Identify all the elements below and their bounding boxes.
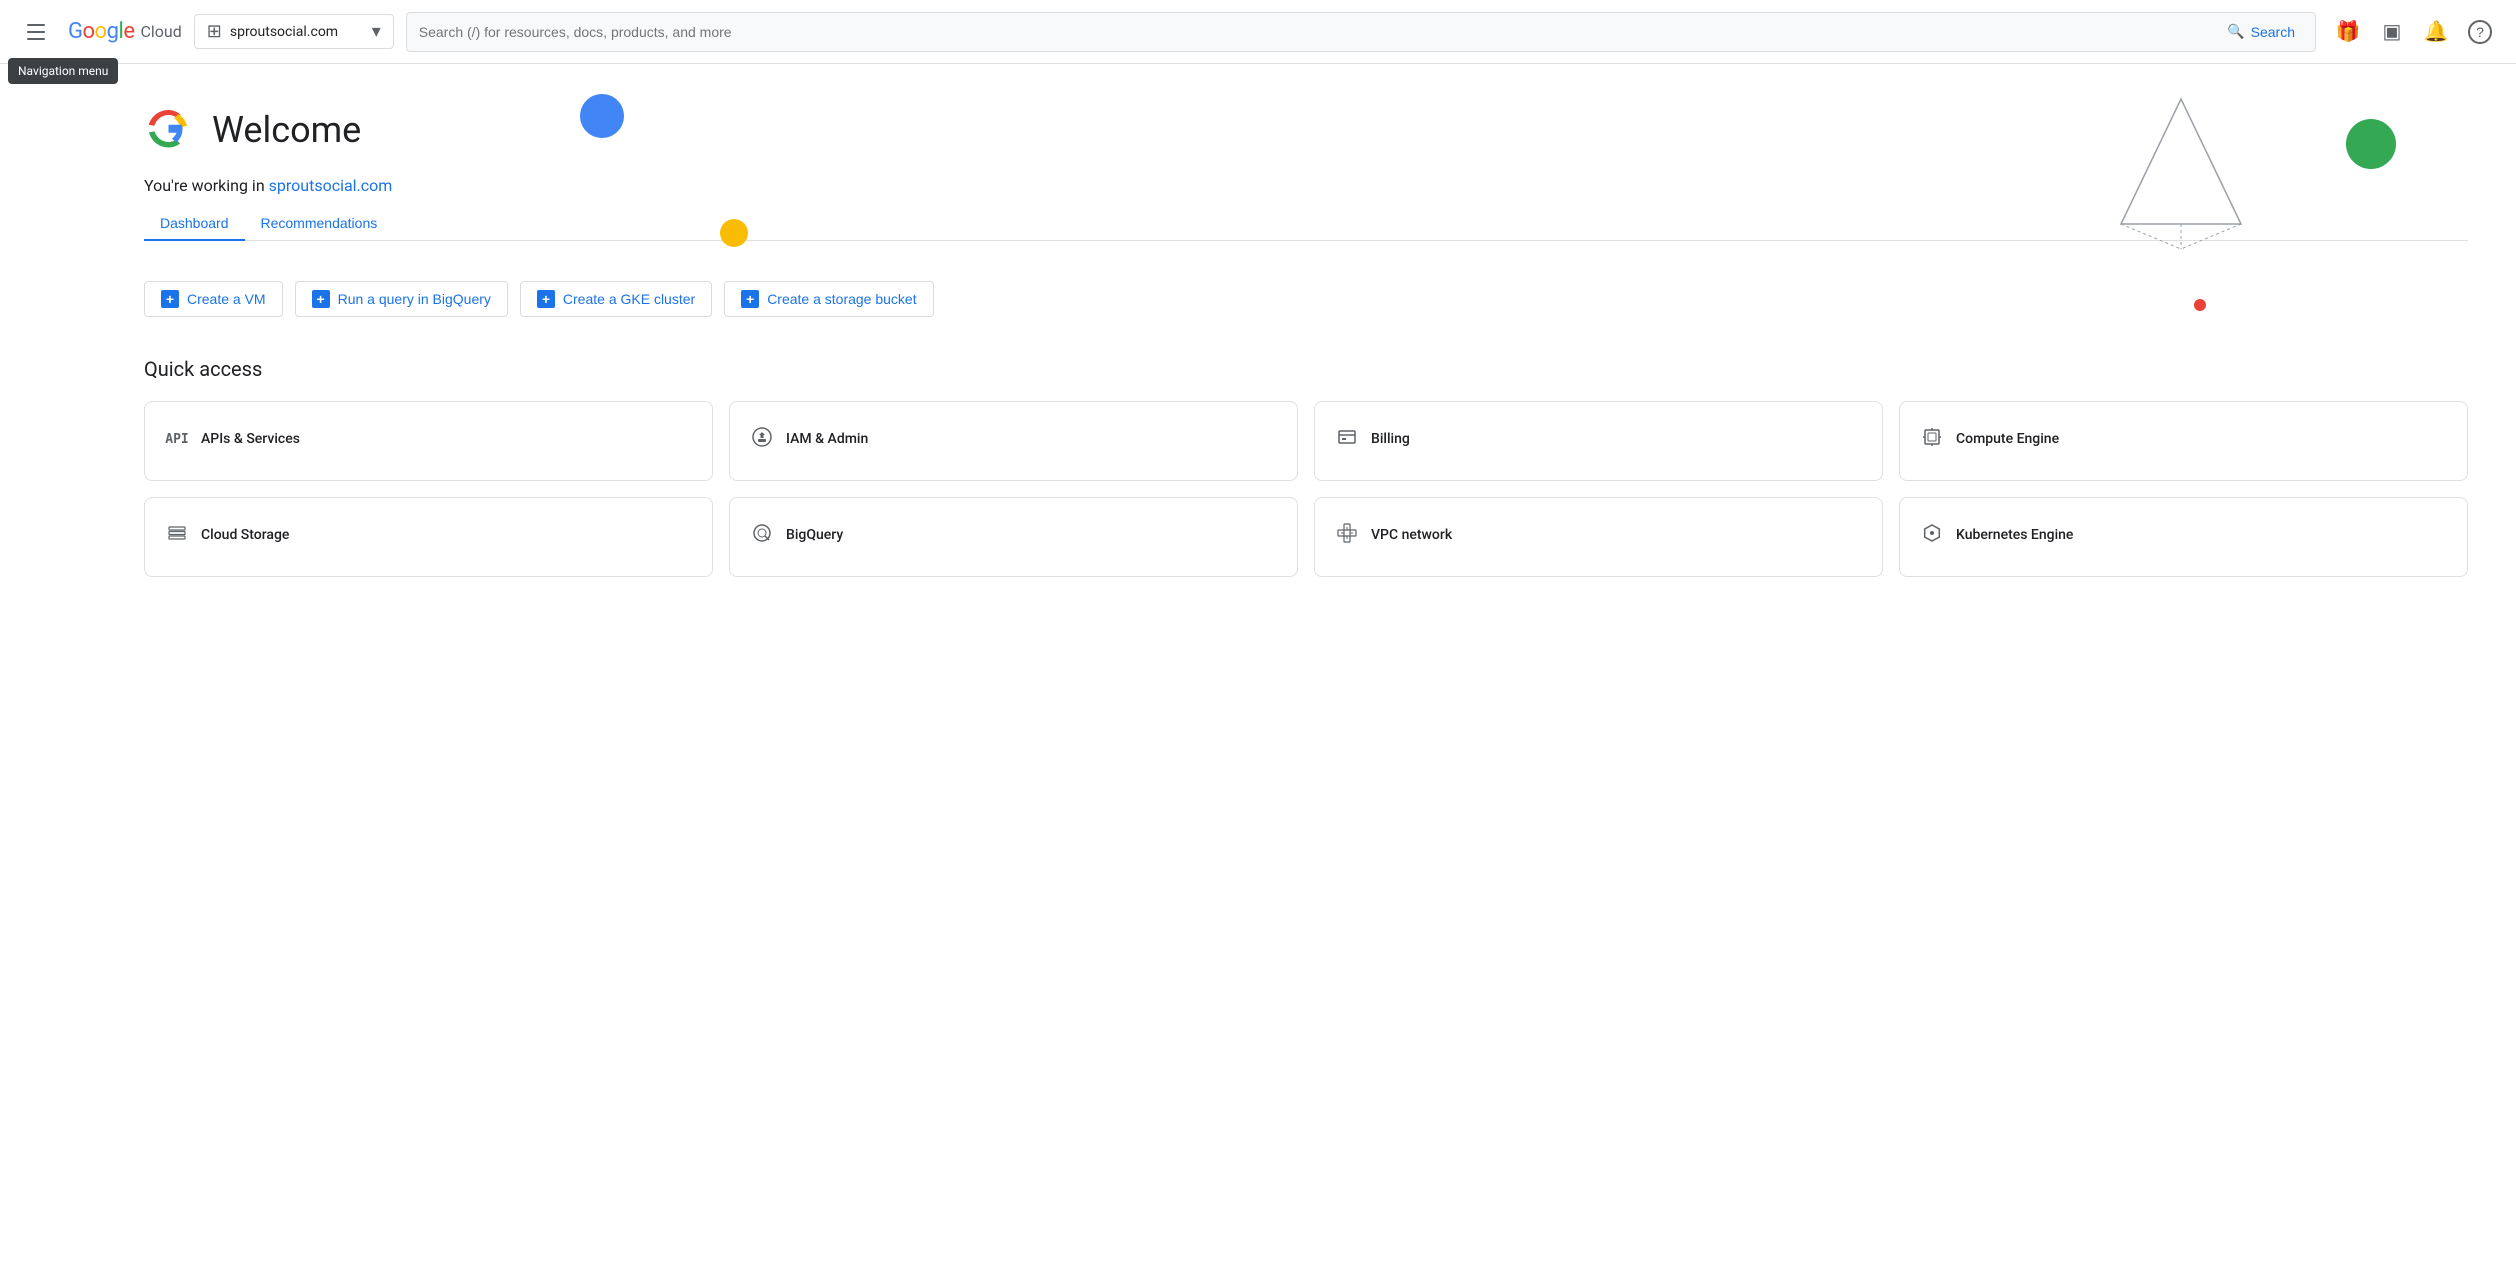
header: Google Cloud ⊞ sproutsocial.com ▾ 🔍 Sear… [0,0,2516,64]
gke-cluster-button[interactable]: + Create a GKE cluster [520,281,712,317]
card-iam-admin[interactable]: IAM & Admin [729,401,1298,481]
storage-bucket-button[interactable]: + Create a storage bucket [724,281,933,317]
card-kubernetes-engine[interactable]: Kubernetes Engine [1899,497,2468,577]
project-name: sproutsocial.com [230,24,364,40]
compute-icon [1920,427,1944,452]
main-content: Welcome You're working in sproutsocial.c… [0,64,2516,1274]
cloud-wordmark: Cloud [140,22,181,41]
search-icon: 🔍 [2227,23,2244,40]
apis-label: APIs & Services [201,431,300,447]
cloud-shell-icon: ▣ [2383,19,2402,44]
quick-access-grid: API APIs & Services IAM & Admin [144,401,2468,577]
gift-button[interactable]: 🎁 [2328,12,2368,52]
header-actions: 🎁 ▣ 🔔 ? [2328,12,2500,52]
create-vm-plus-icon: + [161,290,179,308]
header-left: Google Cloud [16,12,182,52]
action-buttons: + Create a VM + Run a query in BigQuery … [144,281,2468,317]
org-link[interactable]: sproutsocial.com [269,176,393,195]
apis-icon: API [165,432,189,447]
gke-label: Create a GKE cluster [563,291,695,307]
project-dropdown-arrow: ▾ [372,21,381,42]
navigation-menu-tooltip: Navigation menu [8,58,118,84]
bigquery-icon [750,523,774,548]
search-button-label: Search [2251,24,2295,40]
compute-engine-label: Compute Engine [1956,431,2059,447]
quick-access-title: Quick access [144,357,2468,381]
iam-label: IAM & Admin [786,431,868,447]
search-bar: 🔍 Search [406,12,2316,52]
bigquery-button[interactable]: + Run a query in BigQuery [295,281,508,317]
vpc-label: VPC network [1371,527,1452,543]
bigquery-label: Run a query in BigQuery [338,291,491,307]
card-cloud-storage[interactable]: Cloud Storage [144,497,713,577]
welcome-heading: Welcome [212,109,361,151]
card-billing[interactable]: Billing [1314,401,1883,481]
notifications-button[interactable]: 🔔 [2416,12,2456,52]
search-button[interactable]: 🔍 Search [2219,19,2303,44]
help-button[interactable]: ? [2460,12,2500,52]
quick-access-section: Quick access API APIs & Services IAM & A… [144,357,2468,577]
card-vpc-network[interactable]: VPC network [1314,497,1883,577]
tabs: Dashboard Recommendations [144,207,2468,241]
decorative-background [0,64,2516,1274]
storage-plus-icon: + [741,290,759,308]
tab-dashboard[interactable]: Dashboard [144,207,245,241]
billing-icon [1335,427,1359,452]
bell-icon: 🔔 [2424,19,2449,44]
gke-plus-icon: + [537,290,555,308]
create-vm-label: Create a VM [187,291,266,307]
project-selector[interactable]: ⊞ sproutsocial.com ▾ [194,14,394,49]
cloud-shell-button[interactable]: ▣ [2372,12,2412,52]
cloud-storage-icon [165,523,189,548]
iam-icon [750,427,774,452]
working-in-text: You're working in sproutsocial.com [144,176,2468,195]
card-compute-engine[interactable]: Compute Engine [1899,401,2468,481]
card-bigquery[interactable]: BigQuery [729,497,1298,577]
bigquery-card-label: BigQuery [786,527,843,543]
vpc-icon [1335,523,1359,548]
hamburger-icon [27,24,45,40]
welcome-title: Welcome [144,104,2468,156]
project-icon: ⊞ [207,21,222,42]
search-input[interactable] [419,24,2211,40]
card-apis-services[interactable]: API APIs & Services [144,401,713,481]
cloud-storage-label: Cloud Storage [201,527,289,543]
tab-recommendations[interactable]: Recommendations [245,207,394,241]
google-cloud-logo[interactable]: Google Cloud [68,19,182,44]
google-cloud-icon [144,104,196,156]
help-icon: ? [2468,20,2492,44]
welcome-section: Welcome You're working in sproutsocial.c… [144,104,2468,241]
bigquery-plus-icon: + [312,290,330,308]
kubernetes-label: Kubernetes Engine [1956,527,2073,543]
gift-icon: 🎁 [2336,19,2361,44]
create-vm-button[interactable]: + Create a VM [144,281,283,317]
storage-bucket-label: Create a storage bucket [767,291,916,307]
google-wordmark: Google [68,19,134,44]
kubernetes-icon [1920,523,1944,548]
billing-label: Billing [1371,431,1410,447]
navigation-menu-button[interactable] [16,12,56,52]
